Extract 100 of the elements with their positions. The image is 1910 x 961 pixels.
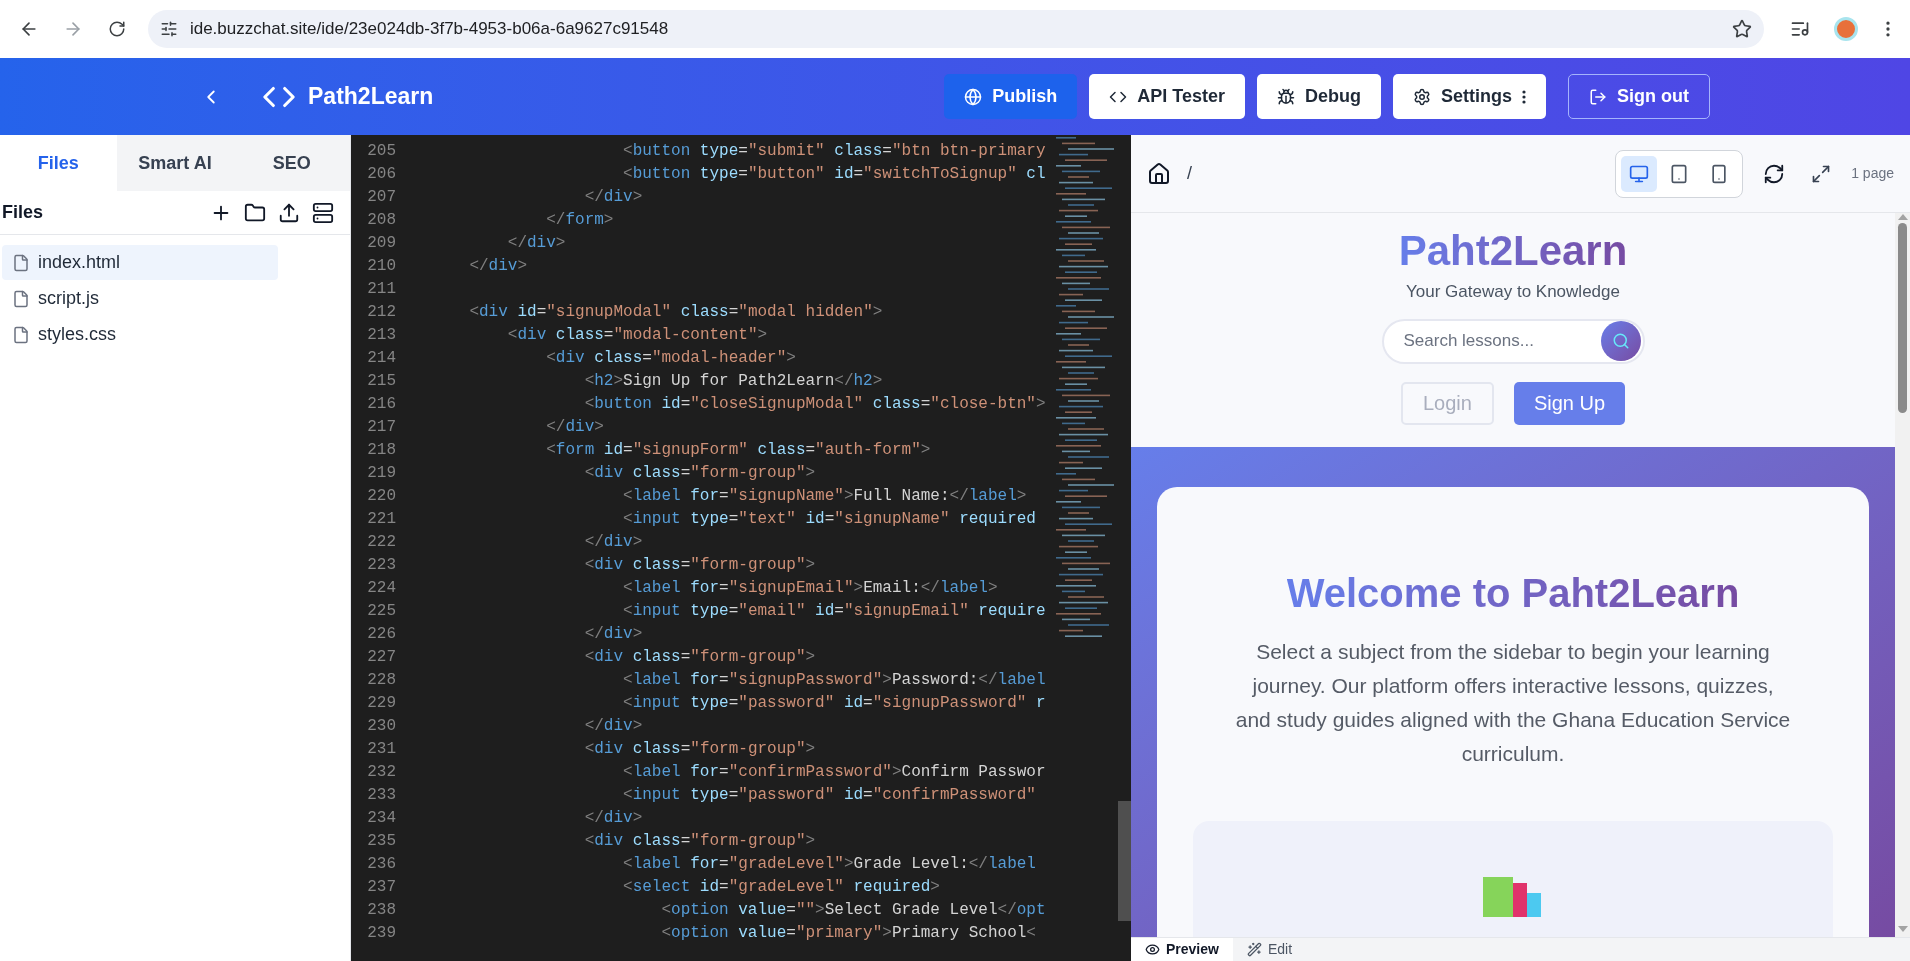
code-line: </div> [468,255,528,277]
device-toggle[interactable] [1621,155,1658,192]
search-bar[interactable]: Search lessons... [1381,318,1645,364]
line-number: 220 [366,485,396,507]
address-bar[interactable]: ide.buzzchat.site/ide/23e024db-3f7b-4953-b06a-6a9627c91548 [147,10,1765,48]
code-line: <div class="form-group"> [583,830,816,852]
line-number: 226 [366,623,396,645]
line-number: 208 [366,209,396,231]
code-line: </div> [583,807,643,829]
line-number: 229 [366,692,396,714]
line-number: 233 [366,784,396,806]
preview-tab[interactable]: Preview [1131,938,1233,961]
code-line: </div> [583,715,643,737]
line-number: 207 [366,186,396,208]
code-line: <label for="confirmPassword">Confirm Passwor [622,761,1046,783]
search-button[interactable] [1600,321,1641,361]
eye-icon [1145,942,1160,957]
folder-icon[interactable] [244,201,266,224]
code-line: </div> [583,186,643,208]
line-number: 211 [366,278,396,300]
desktop-icon [1629,163,1650,184]
files-heading: Files [2,201,44,224]
refresh-icon[interactable] [1763,162,1786,185]
scrollbar-thumb[interactable] [1118,801,1131,921]
line-number: 235 [366,830,396,852]
code-line: <div id="signupModal" class="modal hidden"> [468,301,883,323]
code-line: <label for="signupEmail">Email:</label> [622,577,998,599]
code-line: <select id="gradeLevel" required> [622,876,940,898]
expand-icon[interactable] [1811,163,1832,184]
page-count: 1 page [1851,164,1894,183]
code-line: <option value="primary">Primary School< [660,922,1036,944]
preview-scrollbar-thumb[interactable] [1898,223,1907,413]
line-number: 205 [366,140,396,162]
code-line: </div> [583,531,643,553]
line-number: 227 [366,646,396,668]
line-number: 217 [366,416,396,438]
search-field[interactable]: Search lessons... [1403,328,1601,354]
bug-icon [1277,87,1295,106]
site-tagline: Your Gateway to Knowledge [1406,281,1620,303]
code-line: <option value="">Select Grade Level</opt [660,899,1046,921]
media-icon[interactable] [1790,19,1811,39]
line-number: 225 [366,600,396,622]
code-line: <button type="submit" class="btn btn-primary [622,140,1046,162]
code-line: <input type="password" id="confirmPassword" [622,784,1036,806]
file-icon [12,325,30,344]
home-icon[interactable] [1147,161,1171,186]
code-line: <input type="password" id="signupPassword" r [622,692,1046,714]
line-number: 237 [366,876,396,898]
settings-icon [1413,87,1431,106]
code-line: <input type="text" id="signupName" required [622,508,1036,530]
code-line: </div> [583,623,643,645]
url-text: ide.buzzchat.site/ide/23e024db-3f7b-4953-b06a-6a9627c91548 [189,18,670,41]
file-item[interactable]: index.html [2,245,278,280]
code-line: <form id="signupForm" class="auth-form"> [545,439,931,461]
header-button[interactable]: Settings [1393,74,1546,119]
header-button[interactable]: Publish [944,74,1078,119]
line-number: 219 [366,462,396,484]
line-number: 234 [366,807,396,829]
reload-icon [107,20,126,38]
code-line: <label for="gradeLevel">Grade Level:</label [622,853,1036,875]
app-title: Path2Learn [308,82,434,112]
code-line: <div class="modal-content"> [506,324,768,346]
upload-icon[interactable] [278,201,300,224]
line-number: 223 [366,554,396,576]
code-line: </div> [545,416,604,438]
sidebar-tab[interactable]: Files [0,135,117,191]
line-number: 231 [366,738,396,760]
sign-up-button[interactable]: Sign Up [1513,381,1626,425]
code-line: <button id="closeSignupModal" class="close-btn"> [583,393,1046,415]
intro-paragraph: Select a subject from the sidebar to begin your learning journey. Our platform offers interactive lessons, quizzes, and study guides aligned with the Ghana Education Service curriculum. [1234,638,1792,767]
bookmark-star-icon[interactable] [1732,19,1753,39]
code-line: <label for="signupName">Full Name:</label> [622,485,1027,507]
line-number: 209 [366,232,396,254]
line-number: 216 [366,393,396,415]
sign-out-button[interactable]: Sign out [1568,74,1710,119]
line-number: 238 [366,899,396,921]
profile-avatar[interactable] [1834,17,1859,41]
line-number: 222 [366,531,396,553]
site-info-icon[interactable] [159,20,178,38]
line-number: 206 [366,163,396,185]
layout-rows-icon[interactable] [312,201,334,224]
code-line: <div class="form-group"> [583,646,816,668]
header-button[interactable]: Debug [1257,74,1381,119]
preview-path: / [1187,162,1192,185]
sign-out-icon [1589,87,1607,106]
code-line: <div class="form-group"> [583,738,816,760]
code-line: </div> [506,232,566,254]
line-number: 221 [366,508,396,530]
code-line: <button type="button" id="switchToSignup" cl [622,163,1046,185]
search-icon [1611,332,1630,350]
line-number: 214 [366,347,396,369]
code-line: <div class="form-group"> [583,554,816,576]
books-icon [1483,876,1543,917]
line-number: 232 [366,761,396,783]
code-line: <input type="email" id="signupEmail" require [622,600,1046,622]
header-button[interactable]: API Tester [1089,74,1245,119]
line-number: 210 [366,255,396,277]
line-number: 218 [366,439,396,461]
globe-icon [964,87,983,106]
tablet-icon [1669,163,1690,184]
